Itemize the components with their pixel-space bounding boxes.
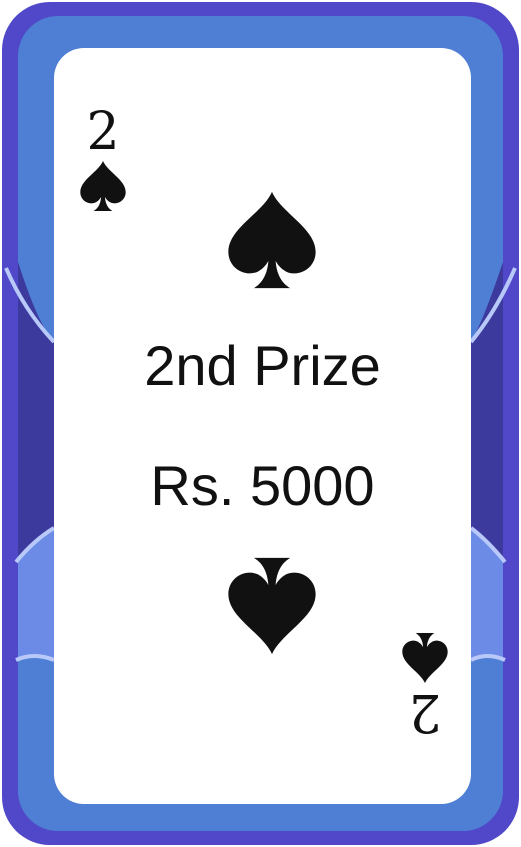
spade-icon (228, 191, 316, 289)
prize-card-stage: 2 2nd Prize Rs. 5000 2 (0, 0, 521, 847)
prize-card-face: 2 2nd Prize Rs. 5000 2 (54, 48, 471, 804)
corner-index-top-left: 2 (68, 104, 138, 212)
prize-amount: Rs. 5000 (150, 454, 375, 517)
spade-icon (402, 632, 448, 684)
prize-title: 2nd Prize (144, 334, 381, 397)
card-rank-label: 2 (86, 102, 120, 162)
spade-icon (80, 160, 126, 212)
corner-index-bottom-right: 2 (390, 632, 460, 742)
spade-icon (228, 557, 316, 655)
card-rank-label: 2 (408, 682, 442, 742)
